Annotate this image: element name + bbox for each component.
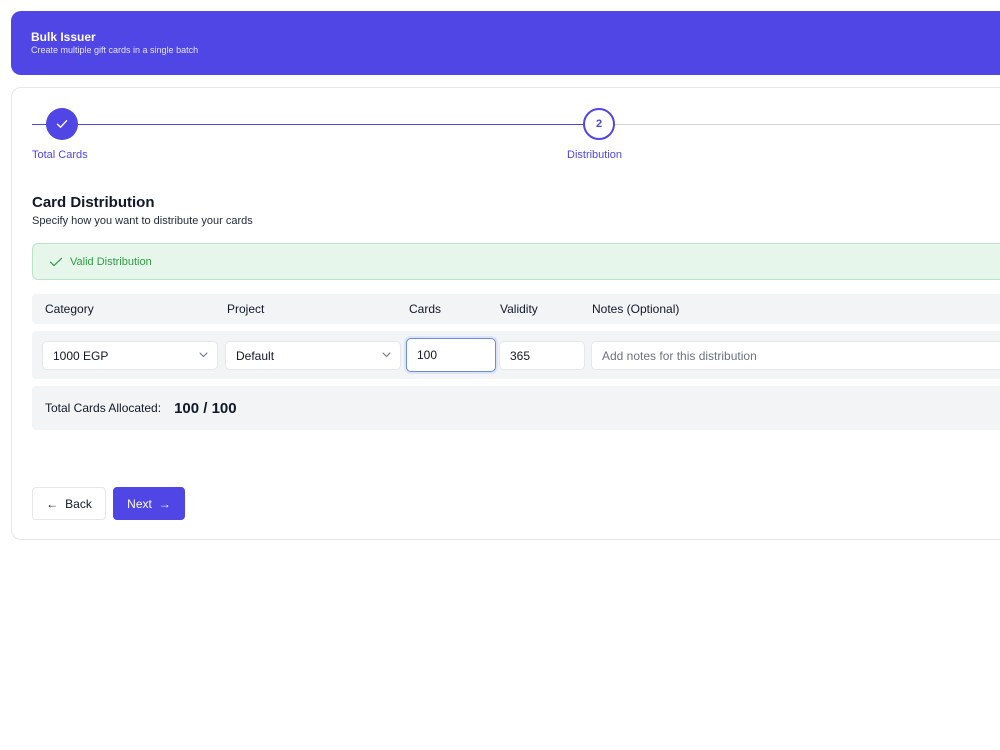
category-select-value: 1000 EGP [53,348,109,363]
step-label-total-cards: Total Cards [32,149,88,161]
table-row: 1000 EGP Default 100 365 Add notes for t… [32,331,1000,379]
project-select[interactable]: Default [225,341,401,370]
back-button[interactable]: ← Back [32,487,106,520]
step-label-distribution: Distribution [567,149,623,161]
total-allocated-value: 100 / 100 [174,399,237,417]
column-header-notes: Notes (Optional) [592,302,680,316]
category-select[interactable]: 1000 EGP [42,341,218,370]
notes-input[interactable]: Add notes for this distribution [591,341,1000,370]
section-title: Card Distribution [32,194,155,211]
column-header-cards: Cards [409,302,442,316]
project-select-value: Default [236,348,275,363]
column-header-project: Project [227,302,265,316]
step-distribution[interactable]: 2 [583,108,615,140]
total-allocated-label: Total Cards Allocated: [45,401,162,415]
section-subtitle: Specify how you want to distribute your … [32,215,253,227]
back-button-label: Back [65,496,92,511]
arrow-right-icon: → [158,496,171,511]
step-number: 2 [595,118,603,130]
column-header-validity: Validity [500,302,538,316]
check-icon [49,257,63,271]
total-allocated-bar: Total Cards Allocated: 100 / 100 [32,386,1000,430]
notes-input-placeholder: Add notes for this distribution [602,348,757,363]
app-title: Bulk Issuer [31,30,96,44]
app-subtitle: Create multiple gift cards in a single b… [31,45,199,55]
stepper-remaining-line [615,124,1000,125]
next-button-label: Next [127,496,152,511]
wizard-card: 2 Total Cards Distribution Card Distribu… [11,87,1000,540]
next-button[interactable]: Next → [113,487,185,520]
app-header: Bulk Issuer Create multiple gift cards i… [11,11,1000,75]
distribution-table-header: Category Project Cards Validity Notes (O… [32,294,1000,324]
column-header-category: Category [45,302,94,316]
validation-alert-text: Valid Distribution [70,255,152,268]
stepper-progress-line [32,124,583,125]
validity-input-value: 365 [510,348,531,363]
cards-input-value: 100 [417,348,438,362]
validation-alert: Valid Distribution [32,243,1000,280]
cards-input[interactable]: 100 [406,338,496,372]
arrow-left-icon: ← [46,496,59,511]
step-total-cards[interactable] [46,108,78,140]
chevron-down-icon [382,352,391,358]
validity-input[interactable]: 365 [499,341,585,370]
check-icon [56,119,68,129]
chevron-down-icon [199,352,208,358]
